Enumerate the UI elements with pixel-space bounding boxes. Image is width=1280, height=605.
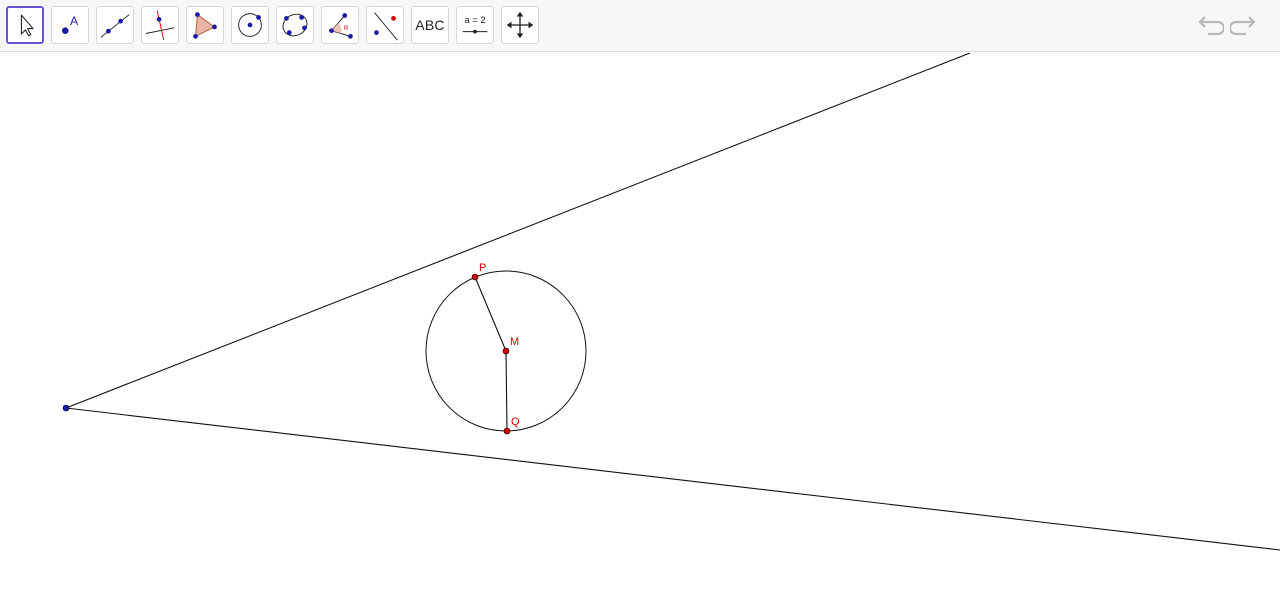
tool-perpendicular-line[interactable] — [141, 6, 179, 44]
reflect-about-line-icon — [374, 12, 398, 41]
conic-five-points-icon — [282, 13, 308, 37]
redo-button[interactable] — [1228, 14, 1260, 40]
polygon-icon — [193, 12, 217, 39]
text-tool-icon: ABC — [415, 17, 445, 33]
label-m: M — [510, 336, 519, 348]
point-m[interactable] — [502, 347, 510, 355]
tool-move-graphics-view[interactable] — [501, 6, 539, 44]
angle-icon: α — [329, 13, 353, 39]
point-icon: A — [61, 14, 79, 34]
graphics-view[interactable]: P M Q — [0, 52, 1280, 600]
circle-center-point-icon — [238, 13, 262, 37]
tool-line[interactable] — [96, 6, 134, 44]
segment-mq[interactable] — [505, 350, 508, 432]
ray-upper[interactable] — [65, 52, 971, 409]
point-q[interactable] — [503, 427, 511, 435]
tool-slider[interactable]: a = 2 — [456, 6, 494, 44]
point-glyph: A — [70, 14, 79, 28]
perpendicular-line-icon — [145, 10, 175, 41]
tool-conic-five-points[interactable] — [276, 6, 314, 44]
move-arrow-icon — [20, 14, 34, 37]
tool-polygon[interactable] — [186, 6, 224, 44]
point-vertex[interactable] — [62, 404, 70, 412]
tool-angle[interactable]: α — [321, 6, 359, 44]
point-p[interactable] — [471, 273, 479, 281]
angle-glyph: α — [344, 23, 349, 32]
tool-circle-center-point[interactable] — [231, 6, 269, 44]
redo-icon — [1228, 16, 1256, 36]
label-q: Q — [511, 416, 520, 428]
segment-pm[interactable] — [474, 276, 507, 352]
label-p: P — [479, 262, 486, 274]
slider-icon: a = 2 — [462, 15, 488, 34]
tool-reflect[interactable] — [366, 6, 404, 44]
undo-button[interactable] — [1194, 14, 1226, 40]
tool-text[interactable]: ABC — [411, 6, 449, 44]
tool-move[interactable] — [6, 6, 44, 44]
tool-point[interactable]: A — [51, 6, 89, 44]
graphics-view-svg: P M Q — [62, 52, 1280, 551]
toolbar: A α ABC a = 2 — [0, 0, 1280, 52]
slider-label: a = 2 — [464, 15, 485, 26]
ray-lower[interactable] — [65, 407, 1280, 551]
undo-icon — [1198, 16, 1226, 36]
line-through-two-points-icon — [100, 14, 130, 38]
move-view-icon — [506, 11, 534, 39]
